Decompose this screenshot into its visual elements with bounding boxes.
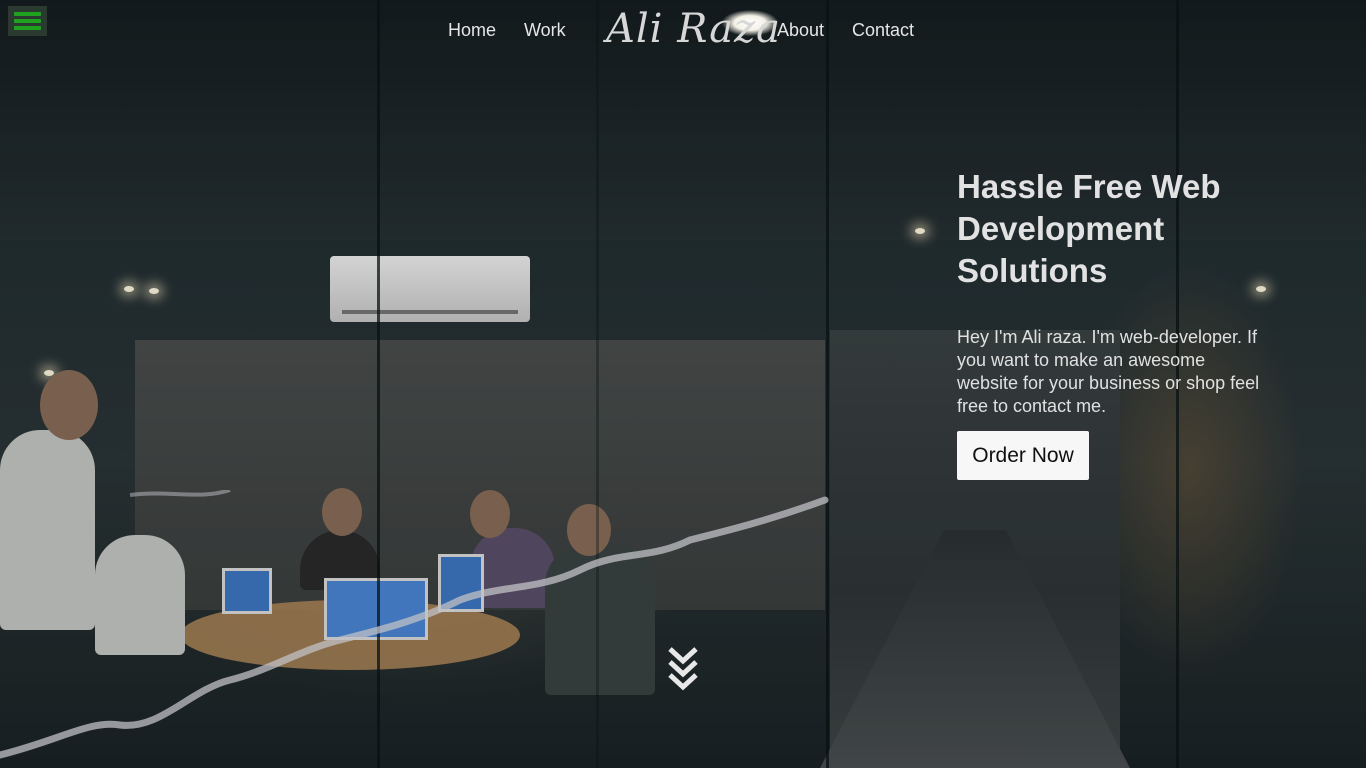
hero-heading-line: Development: [957, 210, 1165, 247]
hero-heading-line: Solutions: [957, 252, 1108, 289]
hero-description: Hey I'm Ali raza. I'm web-developer. If …: [957, 327, 1260, 416]
order-now-button[interactable]: Order Now: [957, 431, 1089, 480]
nav-link-contact[interactable]: Contact: [852, 20, 914, 41]
hero-heading-line: Hassle Free Web: [957, 168, 1221, 205]
nav-link-about[interactable]: About: [777, 20, 824, 41]
hamburger-menu-button[interactable]: [8, 6, 47, 36]
nav-link-home[interactable]: Home: [448, 20, 496, 41]
chevron-double-down-icon: [668, 647, 698, 691]
brand-logo[interactable]: Ali Raza: [606, 6, 781, 52]
nav-link-work[interactable]: Work: [524, 20, 566, 41]
hero-content: Hassle Free Web Development Solutions He…: [957, 166, 1277, 418]
hero-heading: Hassle Free Web Development Solutions: [957, 166, 1277, 292]
scroll-down-button[interactable]: [667, 645, 699, 699]
